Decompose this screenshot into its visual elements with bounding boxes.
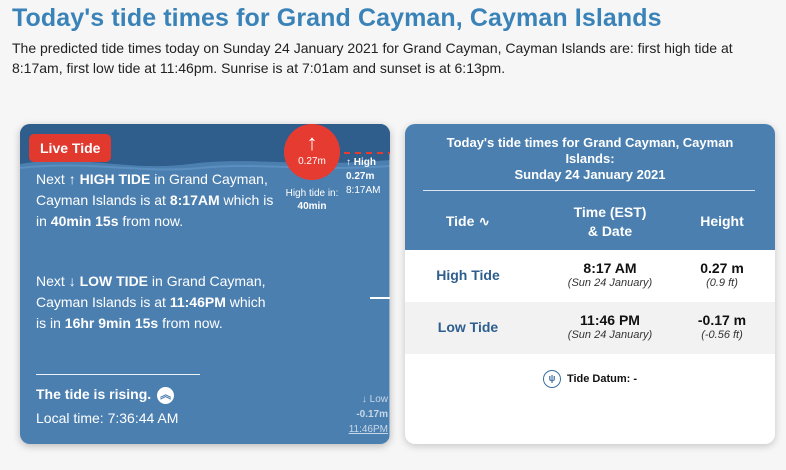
intro-text: The predicted tide times today on Sunday…: [12, 40, 733, 76]
tide-height-ft: (-0.56 ft): [701, 329, 743, 341]
from-now-text: from now.: [118, 213, 184, 229]
local-time: Local time: 7:36:44 AM: [36, 410, 179, 426]
next-low-tide-text: Next ↓ LOW TIDE in Grand Cayman, Cayman …: [36, 271, 276, 334]
page: Today's tide times for Grand Cayman, Cay…: [0, 0, 786, 470]
next-prefix: Next: [36, 273, 69, 289]
page-title: Today's tide times for Grand Cayman, Cay…: [12, 4, 662, 32]
high-tide-label: HIGH TIDE: [79, 171, 151, 187]
next-low-label: ↓ Low: [361, 394, 388, 405]
current-tide-height: 0.27m: [298, 156, 326, 167]
next-high-label: ↑ High: [346, 157, 376, 168]
tide-time-cell: 11:46 PM (Sun 24 January): [530, 312, 690, 341]
tide-status: The tide is rising. ︽: [36, 386, 175, 404]
next-low-value: -0.17m: [356, 409, 388, 420]
tide-time: 11:46 PM: [580, 312, 640, 328]
next-high-marker: ↑ High 0.27m 8:17AM: [346, 156, 390, 198]
table-title-line1: Today's tide times for Grand Cayman, Cay…: [446, 135, 734, 150]
next-high-tide-text: Next ↑ HIGH TIDE in Grand Cayman, Cayman…: [36, 169, 276, 232]
arrow-up-icon: ↑: [68, 171, 76, 187]
tide-datum[interactable]: ψ Tide Datum: -: [405, 370, 775, 388]
table-title-line2: Islands:: [565, 151, 615, 166]
low-tide-countdown-text: 16hr 9min 15s: [64, 315, 159, 331]
col-time-label: Time (EST): [573, 204, 647, 220]
arrow-up-icon: ↑: [306, 130, 318, 155]
high-tide-countdown-text: 40min 15s: [50, 213, 119, 229]
col-header-height: Height: [700, 213, 744, 229]
tide-type: High Tide: [436, 267, 500, 283]
high-tide-in-label: High tide in:: [285, 188, 339, 199]
table-title-date: Sunday 24 January 2021: [514, 167, 666, 182]
low-tide-time: 11:46PM: [169, 294, 226, 310]
chevron-up-icon[interactable]: ︽: [157, 387, 175, 404]
col-header-time: Time (EST) & Date: [530, 203, 690, 241]
tide-time-cell: 8:17 AM (Sun 24 January): [530, 260, 690, 289]
next-low-marker: ↓ Low -0.17m 11:46PM: [338, 392, 388, 437]
high-tide-countdown: High tide in: 40min: [275, 187, 349, 213]
tide-height: 0.27 m: [700, 260, 744, 276]
tide-date: (Sun 24 January): [567, 277, 653, 289]
wave-icon: ∿: [478, 213, 491, 229]
col-date-label: & Date: [587, 223, 633, 239]
low-tide-label: LOW TIDE: [79, 273, 149, 289]
arrow-down-icon: ↓: [68, 273, 76, 289]
live-tide-card: Live Tide ↑ 0.27m High tide in: 40min ↑ …: [20, 124, 390, 444]
next-low-time: 11:46PM: [348, 424, 388, 435]
table-row: Low Tide 11:46 PM (Sun 24 January) -0.17…: [405, 302, 775, 354]
tide-height: -0.17 m: [697, 312, 747, 328]
live-tide-badge: Live Tide: [29, 134, 112, 162]
tide-type: Low Tide: [437, 319, 499, 335]
next-high-value: 0.27m: [346, 171, 375, 182]
tide-height-cell: 0.27 m (0.9 ft): [687, 260, 757, 289]
next-prefix: Next: [36, 171, 69, 187]
tide-height-ft: (0.9 ft): [706, 277, 738, 289]
tide-rising-text: The tide is rising.: [36, 386, 152, 402]
tide-datum-text: Tide Datum: -: [566, 372, 638, 385]
table-title: Today's tide times for Grand Cayman, Cay…: [405, 135, 775, 183]
table-header: Today's tide times for Grand Cayman, Cay…: [405, 124, 775, 250]
high-tide-time: 8:17AM: [169, 192, 220, 208]
current-level-marker: [370, 297, 390, 299]
from-now-text: from now.: [158, 315, 223, 331]
current-tide-marker: ↑ 0.27m: [284, 124, 340, 180]
table-row: High Tide 8:17 AM (Sun 24 January) 0.27 …: [405, 250, 775, 302]
col-tide-label: Tide: [445, 213, 475, 229]
col-header-tide: Tide ∿: [405, 212, 531, 231]
header-divider: [423, 190, 755, 191]
divider: [36, 374, 200, 375]
tide-times-table-card: Today's tide times for Grand Cayman, Cay…: [405, 124, 775, 444]
info-icon: ψ: [542, 370, 561, 388]
next-high-time: 8:17AM: [346, 185, 381, 196]
high-tide-in-value: 40min: [297, 201, 327, 212]
tide-date: (Sun 24 January): [567, 329, 653, 341]
high-level-dashed-line: [344, 152, 390, 154]
tide-height-cell: -0.17 m (-0.56 ft): [687, 312, 757, 341]
tide-time: 8:17 AM: [583, 260, 637, 276]
